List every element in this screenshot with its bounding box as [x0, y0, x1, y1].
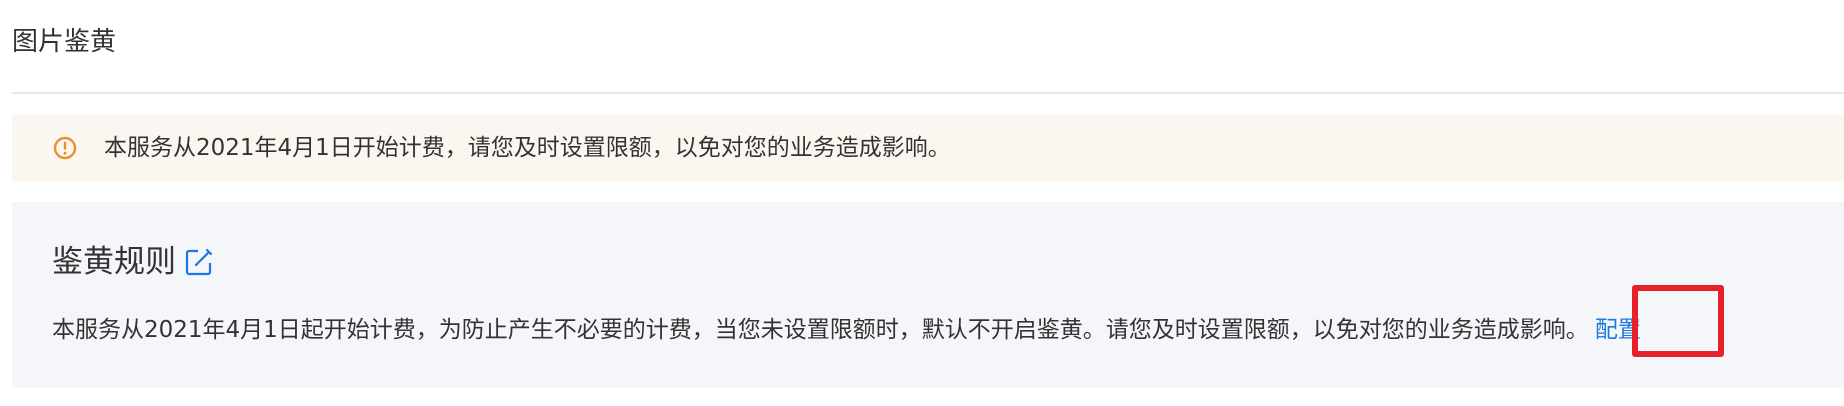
title-divider	[12, 92, 1844, 94]
notice-text: 本服务从2021年4月1日开始计费，请您及时设置限额，以免对您的业务造成影响。	[104, 135, 951, 161]
rules-description: 本服务从2021年4月1日起开始计费，为防止产生不必要的计费，当您未设置限额时，…	[52, 317, 1589, 343]
rules-panel: 鉴黄规则 本服务从2021年4月1日起开始计费，为防止产生不必要的计费，当您未设…	[12, 202, 1844, 388]
rules-title: 鉴黄规则	[52, 244, 176, 280]
rules-description-row: 本服务从2021年4月1日起开始计费，为防止产生不必要的计费，当您未设置限额时，…	[52, 310, 1641, 350]
page: 图片鉴黄 本服务从2021年4月1日开始计费，请您及时设置限额，以免对您的业务造…	[0, 0, 1844, 406]
warning-circle-icon	[53, 136, 77, 160]
config-link[interactable]: 配置	[1595, 310, 1641, 350]
rules-heading: 鉴黄规则	[52, 240, 214, 284]
edit-icon[interactable]	[184, 247, 214, 277]
page-title: 图片鉴黄	[12, 27, 117, 57]
billing-notice-banner: 本服务从2021年4月1日开始计费，请您及时设置限额，以免对您的业务造成影响。	[12, 114, 1844, 182]
